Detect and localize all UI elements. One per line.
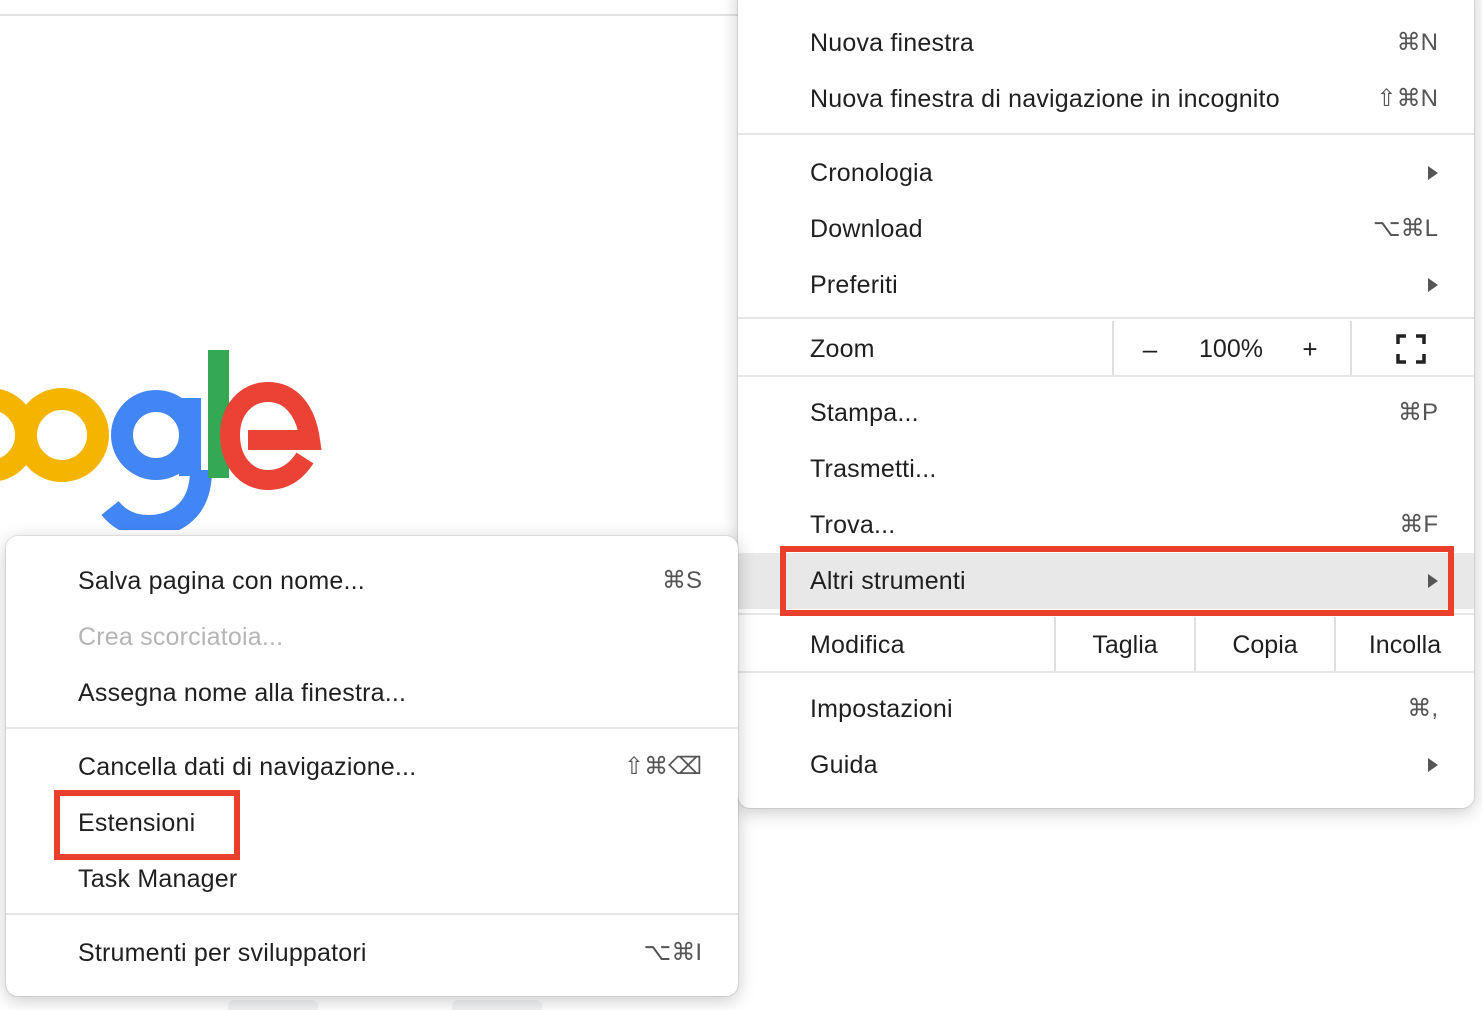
menu-item-label: Download: [810, 215, 923, 243]
menu-item-label: Nuova finestra: [810, 29, 974, 57]
copy-button[interactable]: Copia: [1196, 617, 1334, 673]
menu-item-label: Stampa...: [810, 399, 919, 427]
shortcut-label: ⌘S: [661, 567, 702, 594]
menu-item-downloads[interactable]: Download ⌥⌘L: [738, 201, 1474, 257]
menu-separator: [738, 317, 1474, 319]
menu-item-label: Strumenti per sviluppatori: [78, 939, 367, 967]
more-tools-submenu: Salva pagina con nome... ⌘S Crea scorcia…: [6, 536, 738, 996]
shortcut-tile: [452, 1000, 542, 1010]
zoom-value: 100%: [1199, 335, 1263, 363]
shortcut-tile: [228, 1000, 318, 1010]
zoom-out-button[interactable]: –: [1130, 321, 1170, 377]
shortcut-label: ⌥⌘L: [1372, 215, 1438, 242]
menu-item-label: Nuova finestra di navigazione in incogni…: [810, 85, 1280, 113]
menu-item-label: Guida: [810, 751, 878, 779]
chevron-right-icon: [1428, 758, 1438, 772]
menu-item-label: Preferiti: [810, 271, 898, 299]
google-logo: [0, 340, 330, 530]
shortcut-label: ⇧⌘⌫: [623, 753, 702, 780]
edit-label: Modifica: [810, 631, 905, 659]
fullscreen-icon[interactable]: [1396, 334, 1426, 364]
menu-separator: [738, 671, 1474, 673]
shortcut-label: ⌘P: [1397, 399, 1438, 426]
menu-separator: [738, 375, 1474, 377]
menu-item-bookmarks[interactable]: Preferiti: [738, 257, 1474, 313]
menu-item-help[interactable]: Guida: [738, 737, 1474, 793]
menu-item-zoom: Zoom – 100% +: [738, 321, 1474, 377]
cut-button[interactable]: Taglia: [1056, 617, 1194, 673]
shortcut-label: ⇧⌘N: [1376, 85, 1438, 112]
chevron-right-icon: [1428, 166, 1438, 180]
menu-item-label: Assegna nome alla finestra...: [78, 679, 407, 707]
menu-item-save-page[interactable]: Salva pagina con nome... ⌘S: [6, 553, 738, 609]
menu-item-label: Salva pagina con nome...: [78, 567, 365, 595]
menu-item-cast[interactable]: Trasmetti...: [738, 441, 1474, 497]
menu-item-history[interactable]: Cronologia: [738, 145, 1474, 201]
menu-item-create-shortcut: Crea scorciatoia...: [6, 609, 738, 665]
menu-item-name-window[interactable]: Assegna nome alla finestra...: [6, 665, 738, 721]
menu-item-label: Impostazioni: [810, 695, 953, 723]
menu-item-label: Crea scorciatoia...: [78, 623, 284, 651]
highlight-box-more-tools: [780, 546, 1454, 616]
highlight-box-extensions: [54, 790, 240, 860]
zoom-label: Zoom: [810, 335, 875, 363]
page-divider: [0, 14, 740, 16]
menu-item-edit: Modifica Taglia Copia Incolla: [738, 617, 1474, 673]
shortcut-label: ⌥⌘I: [643, 939, 702, 966]
menu-item-clear-data[interactable]: Cancella dati di navigazione... ⇧⌘⌫: [6, 739, 738, 795]
menu-separator: [6, 727, 738, 729]
menu-item-dev-tools[interactable]: Strumenti per sviluppatori ⌥⌘I: [6, 925, 738, 981]
cell-divider: [1350, 321, 1352, 377]
menu-item-label: Trasmetti...: [810, 455, 937, 483]
chrome-main-menu: Nuova finestra ⌘N Nuova finestra di navi…: [738, 0, 1474, 808]
menu-item-new-incognito[interactable]: Nuova finestra di navigazione in incogni…: [738, 71, 1474, 127]
shortcut-label: ⌘N: [1396, 29, 1438, 56]
menu-item-label: Cronologia: [810, 159, 933, 187]
zoom-in-button[interactable]: +: [1290, 321, 1330, 377]
menu-item-settings[interactable]: Impostazioni ⌘,: [738, 681, 1474, 737]
menu-item-find[interactable]: Trova... ⌘F: [738, 497, 1474, 553]
menu-separator: [738, 133, 1474, 135]
menu-item-label: Trova...: [810, 511, 896, 539]
menu-item-print[interactable]: Stampa... ⌘P: [738, 385, 1474, 441]
menu-item-new-window[interactable]: Nuova finestra ⌘N: [738, 15, 1474, 71]
shortcut-label: ⌘F: [1399, 511, 1438, 538]
menu-separator: [6, 913, 738, 915]
paste-button[interactable]: Incolla: [1336, 617, 1474, 673]
menu-item-label: Cancella dati di navigazione...: [78, 753, 417, 781]
shortcut-label: ⌘,: [1407, 695, 1438, 722]
cell-divider: [1112, 321, 1114, 377]
chevron-right-icon: [1428, 278, 1438, 292]
